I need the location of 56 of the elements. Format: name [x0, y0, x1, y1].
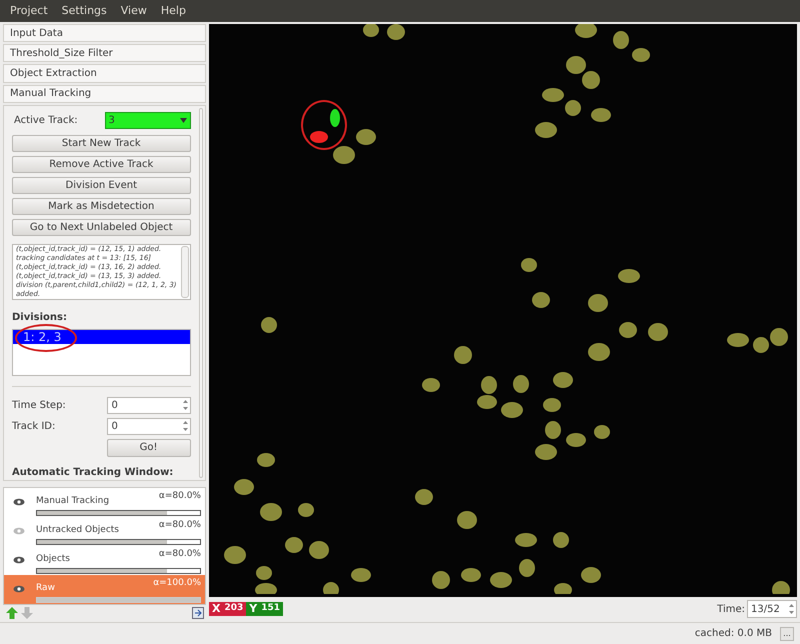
section-header[interactable]: Object Extraction: [3, 64, 206, 83]
up-arrow-icon[interactable]: [5, 606, 19, 620]
caret-icon: [180, 118, 187, 123]
opacity-slider[interactable]: [36, 539, 201, 546]
go-button[interactable]: Go!: [106, 438, 191, 457]
field-label: Active Track:: [14, 114, 78, 128]
menu-item[interactable]: View: [120, 2, 147, 20]
opacity-label: α=80.0%: [158, 518, 201, 532]
section-header[interactable]: Threshold_Size Filter: [3, 44, 206, 62]
layer-settings-icon[interactable]: [192, 607, 204, 620]
eye-icon[interactable]: [13, 585, 25, 594]
layer-name: Objects: [36, 552, 70, 566]
layer-name: Raw: [36, 582, 55, 595]
spin-arrows-icon[interactable]: [182, 420, 188, 432]
annotation-ellipse: [301, 100, 347, 150]
menu-item[interactable]: Settings: [62, 2, 107, 20]
layer-name: Manual Tracking: [36, 494, 110, 508]
layer-row[interactable]: Manual Tracking α=80.0%: [4, 488, 205, 517]
annotation-ellipse: [15, 324, 77, 352]
action-button[interactable]: Start New Track: [12, 134, 191, 152]
action-button[interactable]: Remove Active Track: [12, 156, 191, 173]
action-button[interactable]: Mark as Misdetection: [12, 198, 191, 215]
menu-item[interactable]: Project: [10, 2, 48, 20]
eye-icon[interactable]: [13, 498, 25, 506]
action-button[interactable]: Division Event: [12, 176, 191, 194]
track-id-spinbox[interactable]: 0: [106, 418, 191, 435]
section-label: Divisions:: [12, 310, 68, 325]
opacity-label: α=80.0%: [158, 548, 201, 561]
layer-row[interactable]: Untracked Objects α=80.0%: [4, 516, 205, 546]
layer-row[interactable]: Objects α=80.0%: [4, 546, 205, 575]
y-coordinate-badge: Y 151: [246, 602, 284, 616]
action-button[interactable]: Go to Next Unlabeled Object: [12, 218, 191, 236]
field-label: Track ID:: [12, 420, 56, 434]
section-header[interactable]: Input Data: [3, 24, 206, 42]
division-item[interactable]: 1: 2, 3: [13, 330, 190, 344]
spin-arrows-icon[interactable]: [182, 399, 188, 412]
eye-icon[interactable]: [13, 556, 25, 564]
scroll-bar[interactable]: [180, 246, 189, 298]
x-coordinate-badge: X 203: [209, 602, 246, 616]
field-label: Time Step:: [12, 398, 66, 413]
section-header[interactable]: Manual Tracking: [3, 84, 206, 103]
cache-status: cached: 0.0 MB: [694, 627, 772, 641]
opacity-slider[interactable]: [36, 568, 201, 574]
spin-arrows-icon[interactable]: [789, 603, 794, 615]
layer-name: Untracked Objects: [36, 524, 119, 537]
time-label: Time:: [717, 602, 745, 616]
time-spinbox[interactable]: 13/52: [747, 600, 797, 618]
section-heading: Automatic Tracking Window:: [12, 466, 174, 480]
more-button[interactable]: ...: [780, 626, 794, 640]
active-track-combo[interactable]: 3: [104, 112, 191, 129]
opacity-label: α=100.0%: [153, 576, 201, 590]
menu-item[interactable]: Help: [160, 2, 186, 20]
time-step-spinbox[interactable]: 0: [106, 396, 191, 414]
scroll-bar[interactable]: [198, 108, 203, 478]
opacity-label: α=80.0%: [158, 490, 201, 503]
opacity-slider[interactable]: [36, 510, 201, 516]
